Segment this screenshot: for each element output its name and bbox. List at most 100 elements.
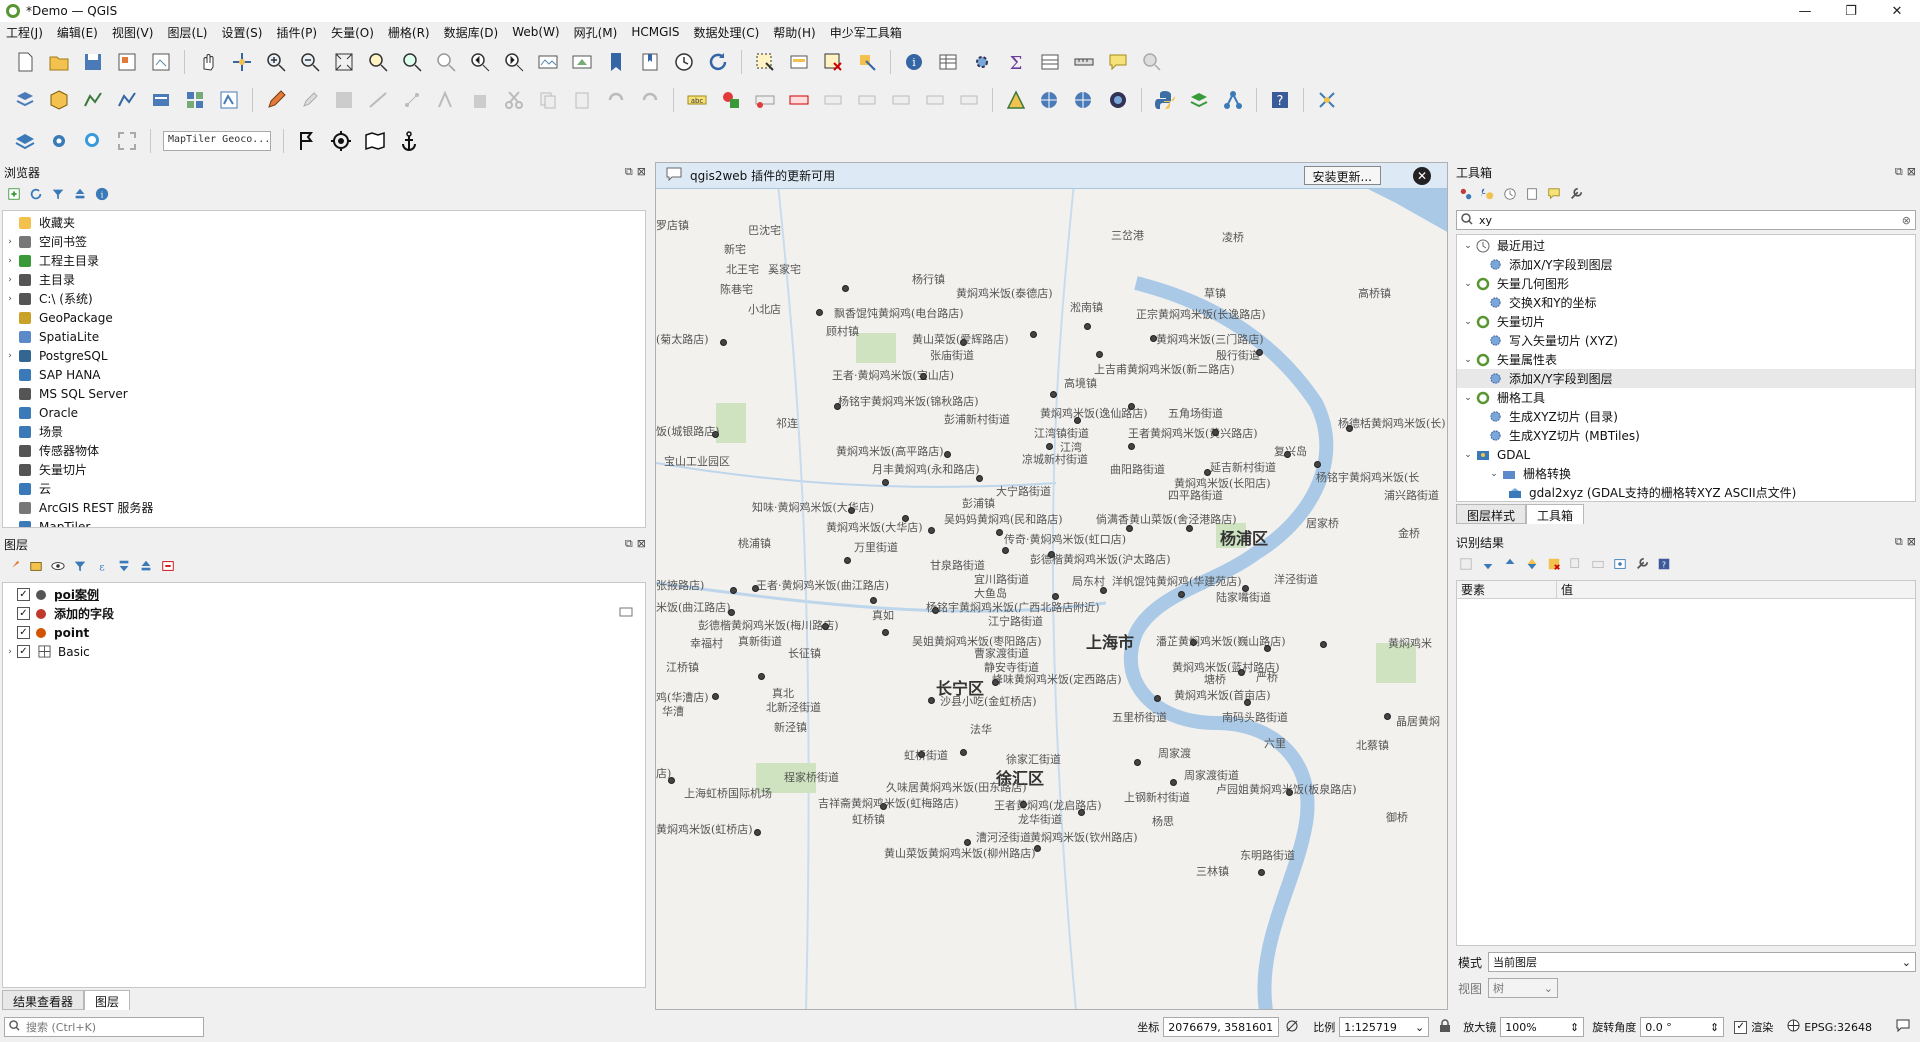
browser-item[interactable]: Oracle [3, 403, 645, 422]
new-layout-icon[interactable] [115, 50, 139, 74]
new-temporary-layer-icon[interactable] [115, 88, 139, 112]
new-geopackage-icon[interactable] [47, 88, 71, 112]
vertex-tool-icon[interactable] [400, 88, 424, 112]
menu-item[interactable]: 申少军工具箱 [830, 24, 902, 41]
bookmark-new-icon[interactable] [604, 50, 628, 74]
add-wcs-icon[interactable] [1106, 88, 1130, 112]
poi-point[interactable] [1030, 331, 1037, 338]
select-location-icon[interactable] [855, 50, 879, 74]
poi-point[interactable] [960, 339, 967, 346]
menu-item[interactable]: 视图(V) [112, 24, 154, 41]
add-group-icon[interactable] [28, 558, 44, 574]
toolbox-algorithm[interactable]: 生成XYZ切片 (MBTiles) [1457, 426, 1915, 445]
browser-item[interactable]: ArcGIS REST 服务器 [3, 498, 645, 517]
poi-point[interactable] [1134, 759, 1141, 766]
browser-item[interactable]: SpatiaLite [3, 327, 645, 346]
poi-point[interactable] [1256, 349, 1263, 356]
layer-visibility-checkbox[interactable]: ✓ [17, 588, 30, 601]
poi-point[interactable] [1150, 335, 1157, 342]
add-wms-icon[interactable] [1038, 88, 1062, 112]
toolbox-algorithm[interactable]: 生成XYZ切片 (目录) [1457, 407, 1915, 426]
add-vector-icon[interactable] [217, 88, 241, 112]
browser-item[interactable]: MapTiler [3, 517, 645, 527]
crosshair-icon[interactable] [329, 129, 353, 153]
diagram-tool-icon[interactable] [719, 88, 743, 112]
poi-point[interactable] [1264, 645, 1271, 652]
poi-point[interactable] [1128, 443, 1135, 450]
style-manager-icon[interactable] [6, 558, 22, 574]
column-value[interactable]: 值 [1557, 581, 1573, 598]
menu-item[interactable]: 数据库(D) [444, 24, 499, 41]
layer-item[interactable]: ✓ point [3, 623, 645, 642]
poi-point[interactable] [1128, 403, 1135, 410]
expand-arrow-icon[interactable]: › [3, 275, 17, 285]
new-memory-layer-icon[interactable] [149, 88, 173, 112]
poi-point[interactable] [932, 607, 939, 614]
filter-icon[interactable] [50, 186, 66, 202]
poi-point[interactable] [918, 751, 925, 758]
collapse-all-icon[interactable] [1502, 556, 1518, 572]
tab-layer-styling[interactable]: 图层样式 [1456, 504, 1527, 524]
expand-arrow-icon[interactable]: ⌄ [1461, 279, 1475, 289]
poi-point[interactable] [728, 609, 735, 616]
poi-point[interactable] [1170, 779, 1177, 786]
layer-visibility-checkbox[interactable]: ✓ [17, 626, 30, 639]
poi-point[interactable] [1048, 551, 1055, 558]
float-icon[interactable]: ⧉ [1895, 535, 1903, 549]
label-options-icon[interactable] [957, 88, 981, 112]
poi-point[interactable] [1258, 869, 1265, 876]
browser-item[interactable]: › C:\ (系统) [3, 289, 645, 308]
label-tool-icon[interactable]: abc [685, 88, 709, 112]
refresh-icon[interactable] [706, 50, 730, 74]
scale-combo[interactable]: 1:125719 ⌄ [1339, 1017, 1430, 1037]
poi-point[interactable] [834, 403, 841, 410]
poi-point[interactable] [1002, 547, 1009, 554]
expand-arrow-icon[interactable]: › [3, 294, 17, 304]
poi-point[interactable] [1052, 593, 1059, 600]
browser-item[interactable]: › 空间书签 [3, 232, 645, 251]
deselect-icon[interactable] [821, 50, 845, 74]
toolbox-algorithm[interactable]: 写入矢量切片 (XYZ) [1457, 331, 1915, 350]
float-icon[interactable]: ⧉ [1895, 165, 1903, 179]
poi-point[interactable] [758, 673, 765, 680]
add-wfs-icon[interactable] [1072, 88, 1096, 112]
mode-select[interactable]: 当前图层 ⌄ [1488, 952, 1916, 972]
toolbox-algorithm[interactable]: gdal2xyz (GDAL支持的栅格转XYZ ASCII点文件) [1457, 483, 1915, 501]
poi-point[interactable] [1020, 801, 1027, 808]
expand-arrow-icon[interactable]: › [3, 256, 17, 266]
redo-icon[interactable] [638, 88, 662, 112]
poi-point[interactable] [712, 431, 719, 438]
menu-item[interactable]: 编辑(E) [57, 24, 98, 41]
collapse-all-icon[interactable] [138, 558, 154, 574]
poi-point[interactable] [1126, 525, 1133, 532]
map-icon[interactable] [363, 129, 387, 153]
poi-point[interactable] [1286, 789, 1293, 796]
float-icon[interactable]: ⧉ [625, 165, 633, 179]
maximize-button[interactable]: ❐ [1828, 0, 1874, 22]
identify-mode-icon[interactable] [1612, 556, 1628, 572]
browser-item[interactable]: 传感器物体 [3, 441, 645, 460]
poi-point[interactable] [1100, 587, 1107, 594]
remove-layer-icon[interactable] [160, 558, 176, 574]
layer-stack-icon[interactable] [13, 129, 37, 153]
hide-labels-icon[interactable] [787, 88, 811, 112]
paste-features-icon[interactable] [570, 88, 594, 112]
identify-help-icon[interactable]: ? [1656, 556, 1672, 572]
poi-point[interactable] [1204, 469, 1211, 476]
python-console-icon[interactable] [1153, 88, 1177, 112]
expand-arrow-icon[interactable]: › [3, 351, 17, 361]
poi-point[interactable] [1084, 323, 1091, 330]
options-wrench-icon[interactable] [1568, 186, 1584, 202]
tab-layers[interactable]: 图层 [84, 990, 131, 1010]
zoom-in-icon[interactable] [264, 50, 288, 74]
poi-point[interactable] [844, 557, 851, 564]
poi-point[interactable] [1178, 591, 1185, 598]
pan-to-selection-icon[interactable] [230, 50, 254, 74]
new-map-view-icon[interactable] [536, 50, 560, 74]
crs-button[interactable]: EPSG:32648 [1804, 1021, 1872, 1034]
messages-icon[interactable] [1896, 1019, 1910, 1036]
expand-arrow-icon[interactable]: › [3, 647, 17, 657]
zoom-next-icon[interactable] [502, 50, 526, 74]
statistics-icon[interactable]: Σ [1004, 50, 1028, 74]
toolbox-search-input[interactable]: xy ⊗ [1456, 210, 1916, 230]
